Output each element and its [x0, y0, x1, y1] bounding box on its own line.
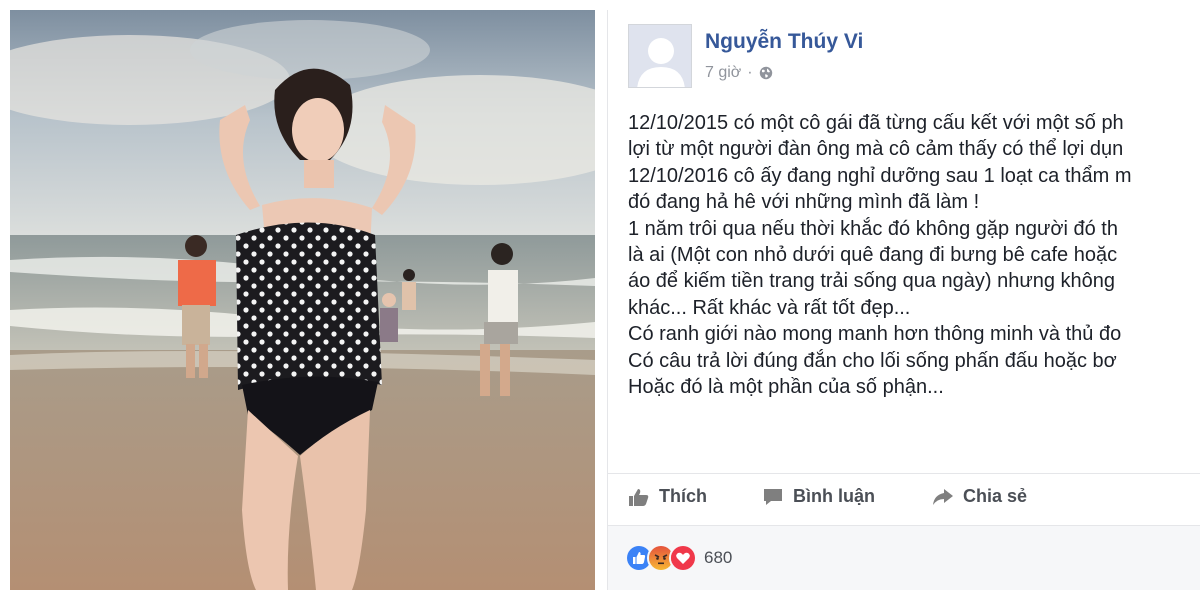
post-body: 12/10/2015 có một cô gái đã từng cấu kết…: [628, 110, 1200, 400]
share-button[interactable]: Chia sẻ: [932, 486, 1027, 507]
post-photo[interactable]: [10, 10, 595, 590]
post-text-line: khác... Rất khác và rất tốt đẹp...: [628, 296, 911, 319]
post-text-line: 1 năm trôi qua nếu thời khắc đó không gặ…: [628, 217, 1118, 240]
post-text-line: lợi từ một người đàn ông mà cô cảm thấy …: [628, 138, 1124, 161]
post-text-line: áo để kiếm tiền trang trải sống qua ngày…: [628, 270, 1116, 293]
thumbs-up-icon: [628, 487, 650, 507]
post-text-line: 12/10/2016 cô ấy đang nghỉ dưỡng sau 1 l…: [628, 164, 1132, 187]
like-button[interactable]: Thích: [628, 486, 707, 507]
post-text-line: là ai (Một con nhỏ dưới quê đang đi bưng…: [628, 243, 1118, 266]
reactions-bar: 680: [608, 525, 1200, 590]
post-text-line: đó đang hả hê với những mình đã làm !: [628, 191, 980, 214]
avatar[interactable]: [628, 24, 692, 88]
meta-separator: ·: [747, 64, 753, 81]
comment-icon: [762, 487, 784, 507]
comment-button[interactable]: Bình luận: [762, 486, 875, 507]
post-actions: Thích Bình luận Chia sẻ: [608, 473, 1200, 522]
post-text-line: Có câu trả lời đúng đắn cho lối sống phấ…: [628, 349, 1117, 372]
like-label: Thích: [659, 486, 707, 506]
reaction-count[interactable]: 680: [704, 548, 732, 568]
post-time[interactable]: 7 giờ: [705, 64, 741, 82]
post-text-line: Hoặc đó là một phần của số phận...: [628, 375, 944, 398]
share-icon: [932, 487, 954, 507]
reactions-summary[interactable]: 680: [625, 544, 732, 572]
facebook-post: Nguyễn Thúy Vi 7 giờ · 12/10/2015 có một…: [607, 10, 1200, 590]
comment-label: Bình luận: [793, 486, 875, 506]
post-meta: 7 giờ ·: [705, 64, 773, 82]
love-reaction-icon: [669, 544, 697, 572]
globe-icon[interactable]: [759, 66, 773, 80]
post-text-line: Có ranh giới nào mong manh hơn thông min…: [628, 323, 1122, 346]
post-text-line: 12/10/2015 có một cô gái đã từng cấu kết…: [628, 112, 1124, 134]
share-label: Chia sẻ: [963, 486, 1028, 506]
author-name[interactable]: Nguyễn Thúy Vi: [705, 30, 863, 54]
